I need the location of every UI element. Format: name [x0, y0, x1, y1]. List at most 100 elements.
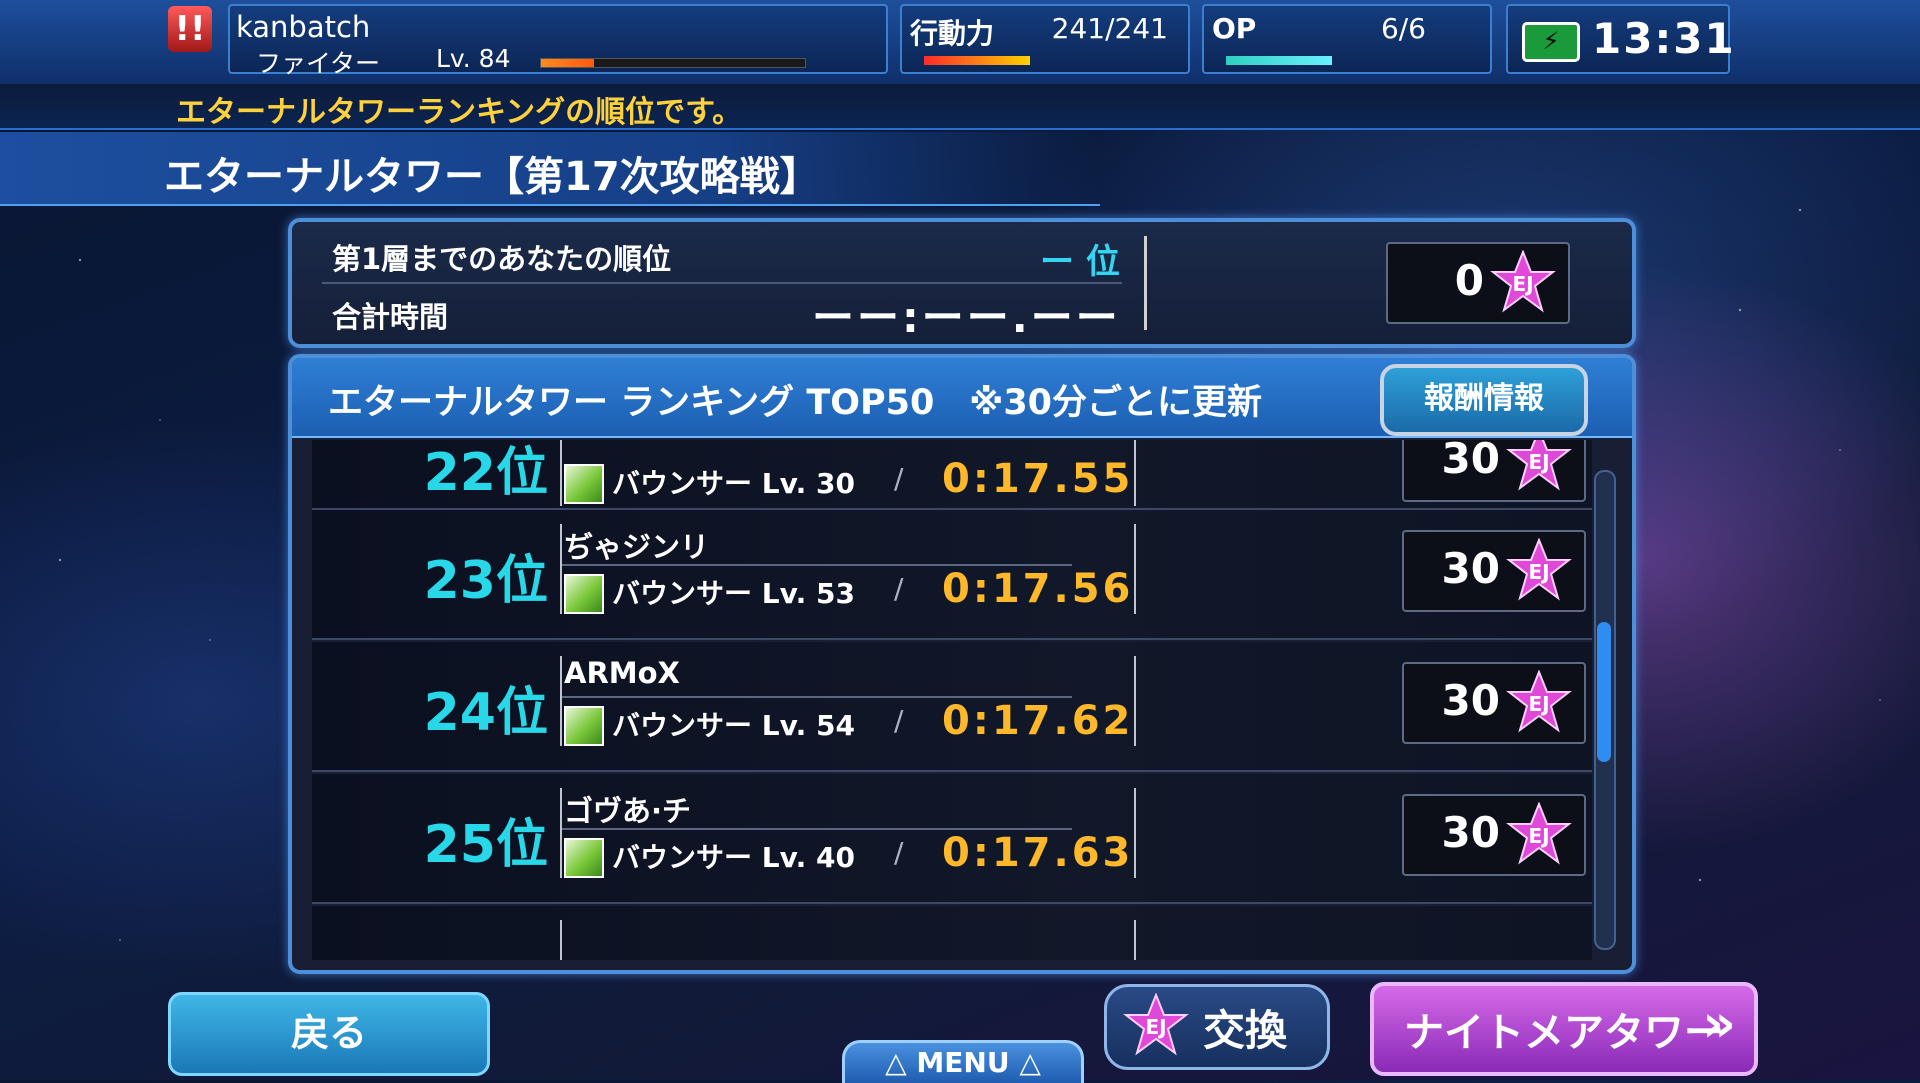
- exp-bar: [540, 58, 806, 68]
- ej-star-icon: EJ: [1506, 538, 1572, 601]
- rank-level: Lv. 54: [761, 709, 855, 742]
- exp-bar-fill: [541, 59, 594, 67]
- rank-position: 22位: [423, 443, 548, 503]
- reward-box: 30 EJ: [1402, 440, 1586, 502]
- ranking-row[interactable]: [312, 906, 1592, 960]
- battery-icon: ⚡: [1522, 22, 1580, 62]
- ranking-header-text: エターナルタワー ランキング TOP50 ※30分ごとに更新: [328, 383, 1263, 423]
- my-rank-label: 第1層までのあなたの順位: [332, 242, 672, 276]
- ej-exchange-button[interactable]: EJ 交換: [1104, 984, 1330, 1070]
- divider: [1134, 788, 1136, 878]
- back-button[interactable]: 戻る: [168, 992, 490, 1076]
- chevron-right-icon: »: [1702, 994, 1736, 1054]
- clock-time: 13:31: [1592, 14, 1736, 63]
- divider: [560, 920, 562, 960]
- nightmare-tower-label: ナイトメアタワー: [1404, 1010, 1724, 1056]
- separator-slash: /: [894, 572, 904, 605]
- reward-info-button[interactable]: 報酬情報: [1380, 364, 1588, 436]
- my-time-value: ーー:ーー.ーー: [812, 293, 1121, 342]
- divider: [1134, 524, 1136, 614]
- my-reward-value: 0: [1454, 256, 1484, 305]
- scroll-thumb[interactable]: [1597, 622, 1611, 762]
- reward-box: 30 EJ: [1402, 530, 1586, 612]
- rank-time: 0:17.63: [942, 830, 1134, 876]
- ranking-header: エターナルタワー ランキング TOP50 ※30分ごとに更新 報酬情報: [292, 358, 1632, 438]
- ej-star-icon: EJ: [1506, 802, 1572, 865]
- bouncer-class-icon: [564, 574, 604, 614]
- separator-slash: /: [894, 704, 904, 737]
- ej-star-icon: EJ: [1123, 993, 1189, 1056]
- rank-position: 25位: [423, 815, 548, 875]
- action-power-panel: 行動力 241/241: [900, 4, 1190, 74]
- divider: [560, 656, 562, 746]
- svg-text:EJ: EJ: [1528, 824, 1549, 848]
- my-time-label: 合計時間: [332, 300, 449, 334]
- menu-button[interactable]: △ MENU △: [842, 1040, 1084, 1083]
- svg-text:EJ: EJ: [1512, 272, 1533, 296]
- action-power-bar-fill: [924, 56, 1030, 65]
- status-bar: !! kanbatch ファイター Lv. 84 行動力 241/241 OP …: [0, 0, 1920, 87]
- player-name: kanbatch: [236, 10, 371, 44]
- my-rank-value: ー 位: [1040, 242, 1120, 282]
- player-panel: kanbatch ファイター Lv. 84: [228, 4, 888, 78]
- ej-star-icon: EJ: [1490, 250, 1556, 313]
- rank-class: バウンサー Lv. 40: [612, 836, 855, 876]
- ranking-row[interactable]: 24位 ARMoX バウンサー Lv. 54 / 0:17.62 30 EJ: [312, 642, 1592, 772]
- reward-value: 30: [1441, 440, 1500, 483]
- op-bar-fill: [1226, 56, 1332, 65]
- ranking-list[interactable]: 22位 バウンサー Lv. 30 / 0:17.55 30 EJ 23位 ぢゃジ…: [312, 440, 1592, 960]
- ej-star-icon: EJ: [1506, 440, 1572, 491]
- alert-icon[interactable]: !!: [168, 6, 212, 52]
- player-level: Lv. 84: [436, 44, 511, 73]
- nightmare-tower-button[interactable]: ナイトメアタワー »: [1370, 982, 1758, 1076]
- ticker-text: エターナルタワーランキングの順位です。: [176, 95, 743, 130]
- divider: [560, 788, 562, 878]
- rank-level: Lv. 53: [761, 577, 855, 610]
- reward-box: 30 EJ: [1402, 794, 1586, 876]
- screen-title: エターナルタワー【第17次攻略戦】: [164, 154, 820, 200]
- my-rank-panel: 第1層までのあなたの順位 ー 位 合計時間 ーー:ーー.ーー 0 EJ: [288, 218, 1636, 348]
- rank-position: 24位: [423, 683, 548, 743]
- clock-panel: ⚡ 13:31: [1506, 4, 1734, 74]
- separator-slash: /: [894, 462, 904, 495]
- rank-class-name: バウンサー: [612, 467, 753, 500]
- divider: [1134, 920, 1136, 960]
- ranking-scrollbar[interactable]: [1594, 470, 1616, 950]
- divider: [1134, 656, 1136, 746]
- exchange-label: 交換: [1203, 1006, 1288, 1055]
- info-ticker: エターナルタワーランキングの順位です。: [0, 84, 1920, 130]
- rank-class-name: バウンサー: [612, 841, 753, 874]
- rank-class-name: バウンサー: [612, 577, 753, 610]
- divider: [1144, 236, 1147, 330]
- ranking-row[interactable]: 22位 バウンサー Lv. 30 / 0:17.55 30 EJ: [312, 440, 1592, 510]
- rank-class: バウンサー Lv. 53: [612, 572, 855, 612]
- svg-text:EJ: EJ: [1528, 692, 1549, 716]
- separator-slash: /: [894, 836, 904, 869]
- player-name: ゴヴあ·チ: [564, 794, 692, 828]
- rank-level: Lv. 30: [761, 467, 855, 500]
- player-name: ARMoX: [564, 656, 680, 690]
- divider: [560, 524, 562, 614]
- ranking-row[interactable]: 23位 ぢゃジンリ バウンサー Lv. 53 / 0:17.56 30 EJ: [312, 510, 1592, 640]
- reward-value: 30: [1441, 808, 1500, 857]
- bouncer-class-icon: [564, 838, 604, 878]
- action-power-bar: [924, 56, 1030, 65]
- rank-class: バウンサー Lv. 30: [612, 462, 855, 502]
- ranking-row[interactable]: 25位 ゴヴあ·チ バウンサー Lv. 40 / 0:17.63 30 EJ: [312, 774, 1592, 904]
- ej-star-icon: EJ: [1506, 670, 1572, 733]
- reward-value: 30: [1441, 544, 1500, 593]
- reward-value: 30: [1441, 676, 1500, 725]
- op-value: 6/6: [1380, 12, 1426, 45]
- player-name: ぢゃジンリ: [564, 530, 710, 564]
- screen-title-bar: エターナルタワー【第17次攻略戦】: [0, 132, 1100, 206]
- bouncer-class-icon: [564, 706, 604, 746]
- rank-class-name: バウンサー: [612, 709, 753, 742]
- op-panel: OP 6/6: [1202, 4, 1492, 74]
- bouncer-class-icon: [564, 464, 604, 504]
- rank-position: 23位: [423, 551, 548, 611]
- divider: [560, 440, 562, 506]
- my-reward-box: 0 EJ: [1386, 242, 1570, 324]
- svg-text:EJ: EJ: [1528, 450, 1549, 474]
- rank-time: 0:17.62: [942, 698, 1134, 744]
- ranking-panel: エターナルタワー ランキング TOP50 ※30分ごとに更新 報酬情報 22位 …: [288, 354, 1636, 974]
